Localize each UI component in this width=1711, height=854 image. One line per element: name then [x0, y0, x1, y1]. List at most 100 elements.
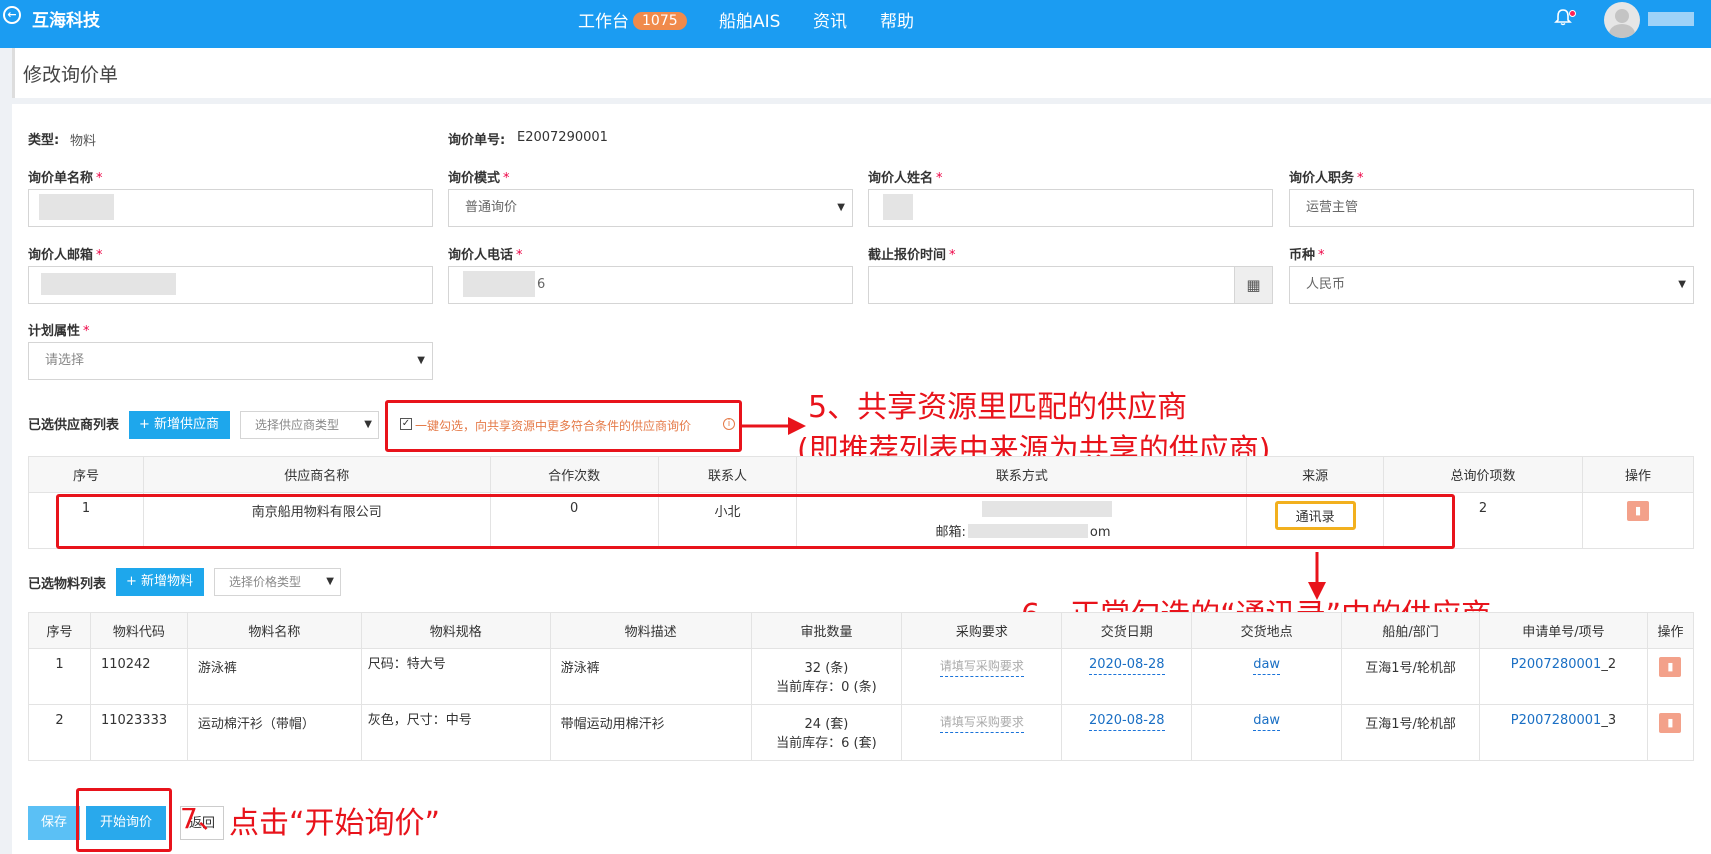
purchase-req-cell: 请填写采购要求	[901, 648, 1063, 705]
col-header: 物料描述	[549, 612, 752, 649]
apply-no-link[interactable]: P2007280001	[1511, 657, 1602, 672]
inquiry-mode-select[interactable]: 普通询价 ▼	[448, 189, 853, 227]
col-header: 交货日期	[1061, 612, 1193, 649]
inquirer-position-input[interactable]: 运营主管	[1289, 189, 1694, 227]
inquirer-email-input[interactable]	[28, 266, 433, 304]
inquirer-phone-input[interactable]: 6	[448, 266, 853, 304]
back-arrow-icon[interactable]: ←	[3, 6, 21, 24]
material-name: 运动棉汗衫（带帽）	[186, 704, 362, 761]
apply-item-no: _3	[1601, 713, 1617, 728]
inquirer-email-label: 询价人邮箱 *	[28, 248, 103, 263]
inquirer-name-input[interactable]	[868, 189, 1273, 227]
brand-logo-text[interactable]: 互海科技	[32, 6, 100, 31]
delivery-date[interactable]: 2020-08-28	[1088, 657, 1165, 675]
inquirer-position-label: 询价人职务 *	[1289, 171, 1364, 186]
add-supplier-button[interactable]: + 新增供应商	[129, 411, 230, 439]
nav-workbench[interactable]: 工作台 1075	[578, 7, 687, 32]
annotation-7-text: 点击“开始询价”	[229, 806, 441, 841]
col-header: 总询价项数	[1383, 456, 1583, 493]
inquirer-name-label: 询价人姓名 *	[868, 171, 943, 186]
save-button[interactable]: 保存	[28, 806, 80, 840]
delivery-place-cell: daw	[1191, 648, 1343, 705]
workbench-count-badge: 1075	[633, 12, 687, 30]
currency-value: 人民币	[1306, 277, 1346, 292]
phone-tail: 6	[537, 277, 546, 292]
apply-no-link[interactable]: P2007280001	[1511, 713, 1602, 728]
price-type-select[interactable]: 选择价格类型 ▼	[214, 568, 341, 596]
ship-dept: 互海1号/轮机部	[1341, 648, 1480, 705]
calendar-icon[interactable]: ▦	[1234, 267, 1272, 303]
ship-dept: 互海1号/轮机部	[1341, 704, 1480, 761]
nav-ship-ais[interactable]: 船舶AIS	[719, 7, 780, 32]
col-header: 操作	[1582, 456, 1694, 493]
col-header: 序号	[28, 612, 91, 649]
user-avatar[interactable]	[1604, 2, 1640, 38]
table-row[interactable]: 2 11023333 运动棉汗衫（带帽） 灰色，尺寸：中号 带帽运动用棉汗衫 2…	[28, 704, 1695, 761]
col-header: 物料代码	[89, 612, 188, 649]
inquiry-no-label: 询价单号:	[448, 133, 506, 148]
delete-icon[interactable]: ▮	[1627, 501, 1649, 521]
apply-item-no: _2	[1601, 657, 1617, 672]
notification-dot	[1569, 10, 1576, 17]
nav-help[interactable]: 帮助	[880, 7, 914, 32]
col-header: 联系方式	[796, 456, 1248, 493]
annotation-5-line1: 5、共享资源里匹配的供应商	[808, 390, 1188, 425]
plan-attribute-placeholder: 请选择	[45, 353, 85, 368]
add-material-button[interactable]: + 新增物料	[116, 568, 204, 596]
chevron-down-icon: ▼	[1678, 279, 1686, 290]
material-code: 110242	[89, 648, 188, 705]
col-header: 合作次数	[489, 456, 659, 493]
col-header: 序号	[28, 456, 144, 493]
blurred-value	[883, 194, 913, 220]
delivery-date[interactable]: 2020-08-28	[1088, 713, 1165, 731]
currency-select[interactable]: 人民币 ▼	[1289, 266, 1694, 304]
delivery-place[interactable]: daw	[1253, 657, 1281, 675]
delivery-date-cell: 2020-08-28	[1061, 648, 1193, 705]
inquiry-name-label: 询价单名称 *	[28, 171, 103, 186]
material-no: 2	[28, 704, 91, 761]
material-spec: 灰色，尺寸：中号	[360, 704, 551, 761]
material-actions: ▮	[1646, 648, 1695, 705]
col-header: 申请单号/项号	[1478, 612, 1648, 649]
chevron-down-icon: ▼	[837, 202, 845, 213]
blurred-value	[463, 271, 535, 297]
highlight-box-supplier-row	[56, 494, 1455, 549]
currency-label: 币种 *	[1289, 248, 1325, 263]
col-header: 物料名称	[186, 612, 362, 649]
material-desc: 带帽运动用棉汗衫	[549, 704, 752, 761]
annotation-7-number: 7、	[180, 802, 226, 835]
material-table-header: 序号 物料代码 物料名称 物料规格 物料描述 审批数量 采购要求 交货日期 交货…	[28, 612, 1695, 649]
deadline-label: 截止报价时间 *	[868, 248, 956, 263]
nav-workbench-label: 工作台	[578, 12, 629, 32]
purchase-req-input[interactable]: 请填写采购要求	[939, 657, 1024, 677]
table-row[interactable]: 1 110242 游泳裤 尺码：特大号 游泳裤 32 (条) 当前库存：0 (条)…	[28, 648, 1695, 705]
col-header: 物料规格	[360, 612, 551, 649]
supplier-list-title: 已选供应商列表	[28, 418, 120, 433]
material-table: 序号 物料代码 物料名称 物料规格 物料描述 审批数量 采购要求 交货日期 交货…	[28, 612, 1695, 761]
delivery-place[interactable]: daw	[1253, 713, 1281, 731]
material-list-title: 已选物料列表	[28, 577, 107, 592]
col-header: 来源	[1246, 456, 1385, 493]
deadline-input[interactable]: ▦	[868, 266, 1273, 304]
supplier-type-select[interactable]: 选择供应商类型 ▼	[240, 411, 379, 439]
delete-icon[interactable]: ▮	[1659, 657, 1682, 677]
nav-news[interactable]: 资讯	[813, 7, 847, 32]
plan-attribute-select[interactable]: 请选择 ▼	[28, 342, 433, 380]
col-header: 联系人	[657, 456, 798, 493]
col-header: 船舶/部门	[1341, 612, 1480, 649]
delivery-date-cell: 2020-08-28	[1061, 704, 1193, 761]
price-type-placeholder: 选择价格类型	[229, 575, 302, 589]
delete-icon[interactable]: ▮	[1659, 713, 1682, 733]
material-no: 1	[28, 648, 91, 705]
inquiry-name-input[interactable]	[28, 189, 433, 227]
type-label: 类型:	[28, 133, 60, 148]
material-spec: 尺码：特大号	[360, 648, 551, 705]
apply-no-cell: P2007280001_3	[1478, 704, 1648, 761]
purchase-req-input[interactable]: 请填写采购要求	[939, 713, 1024, 733]
top-navbar: ← 互海科技 工作台 1075 船舶AIS 资讯 帮助	[0, 0, 1711, 48]
material-actions: ▮	[1646, 704, 1695, 761]
approved-qty: 32 (条)	[804, 661, 849, 676]
col-header: 采购要求	[901, 612, 1063, 649]
user-name-blurred[interactable]	[1648, 12, 1694, 26]
material-desc: 游泳裤	[549, 648, 752, 705]
